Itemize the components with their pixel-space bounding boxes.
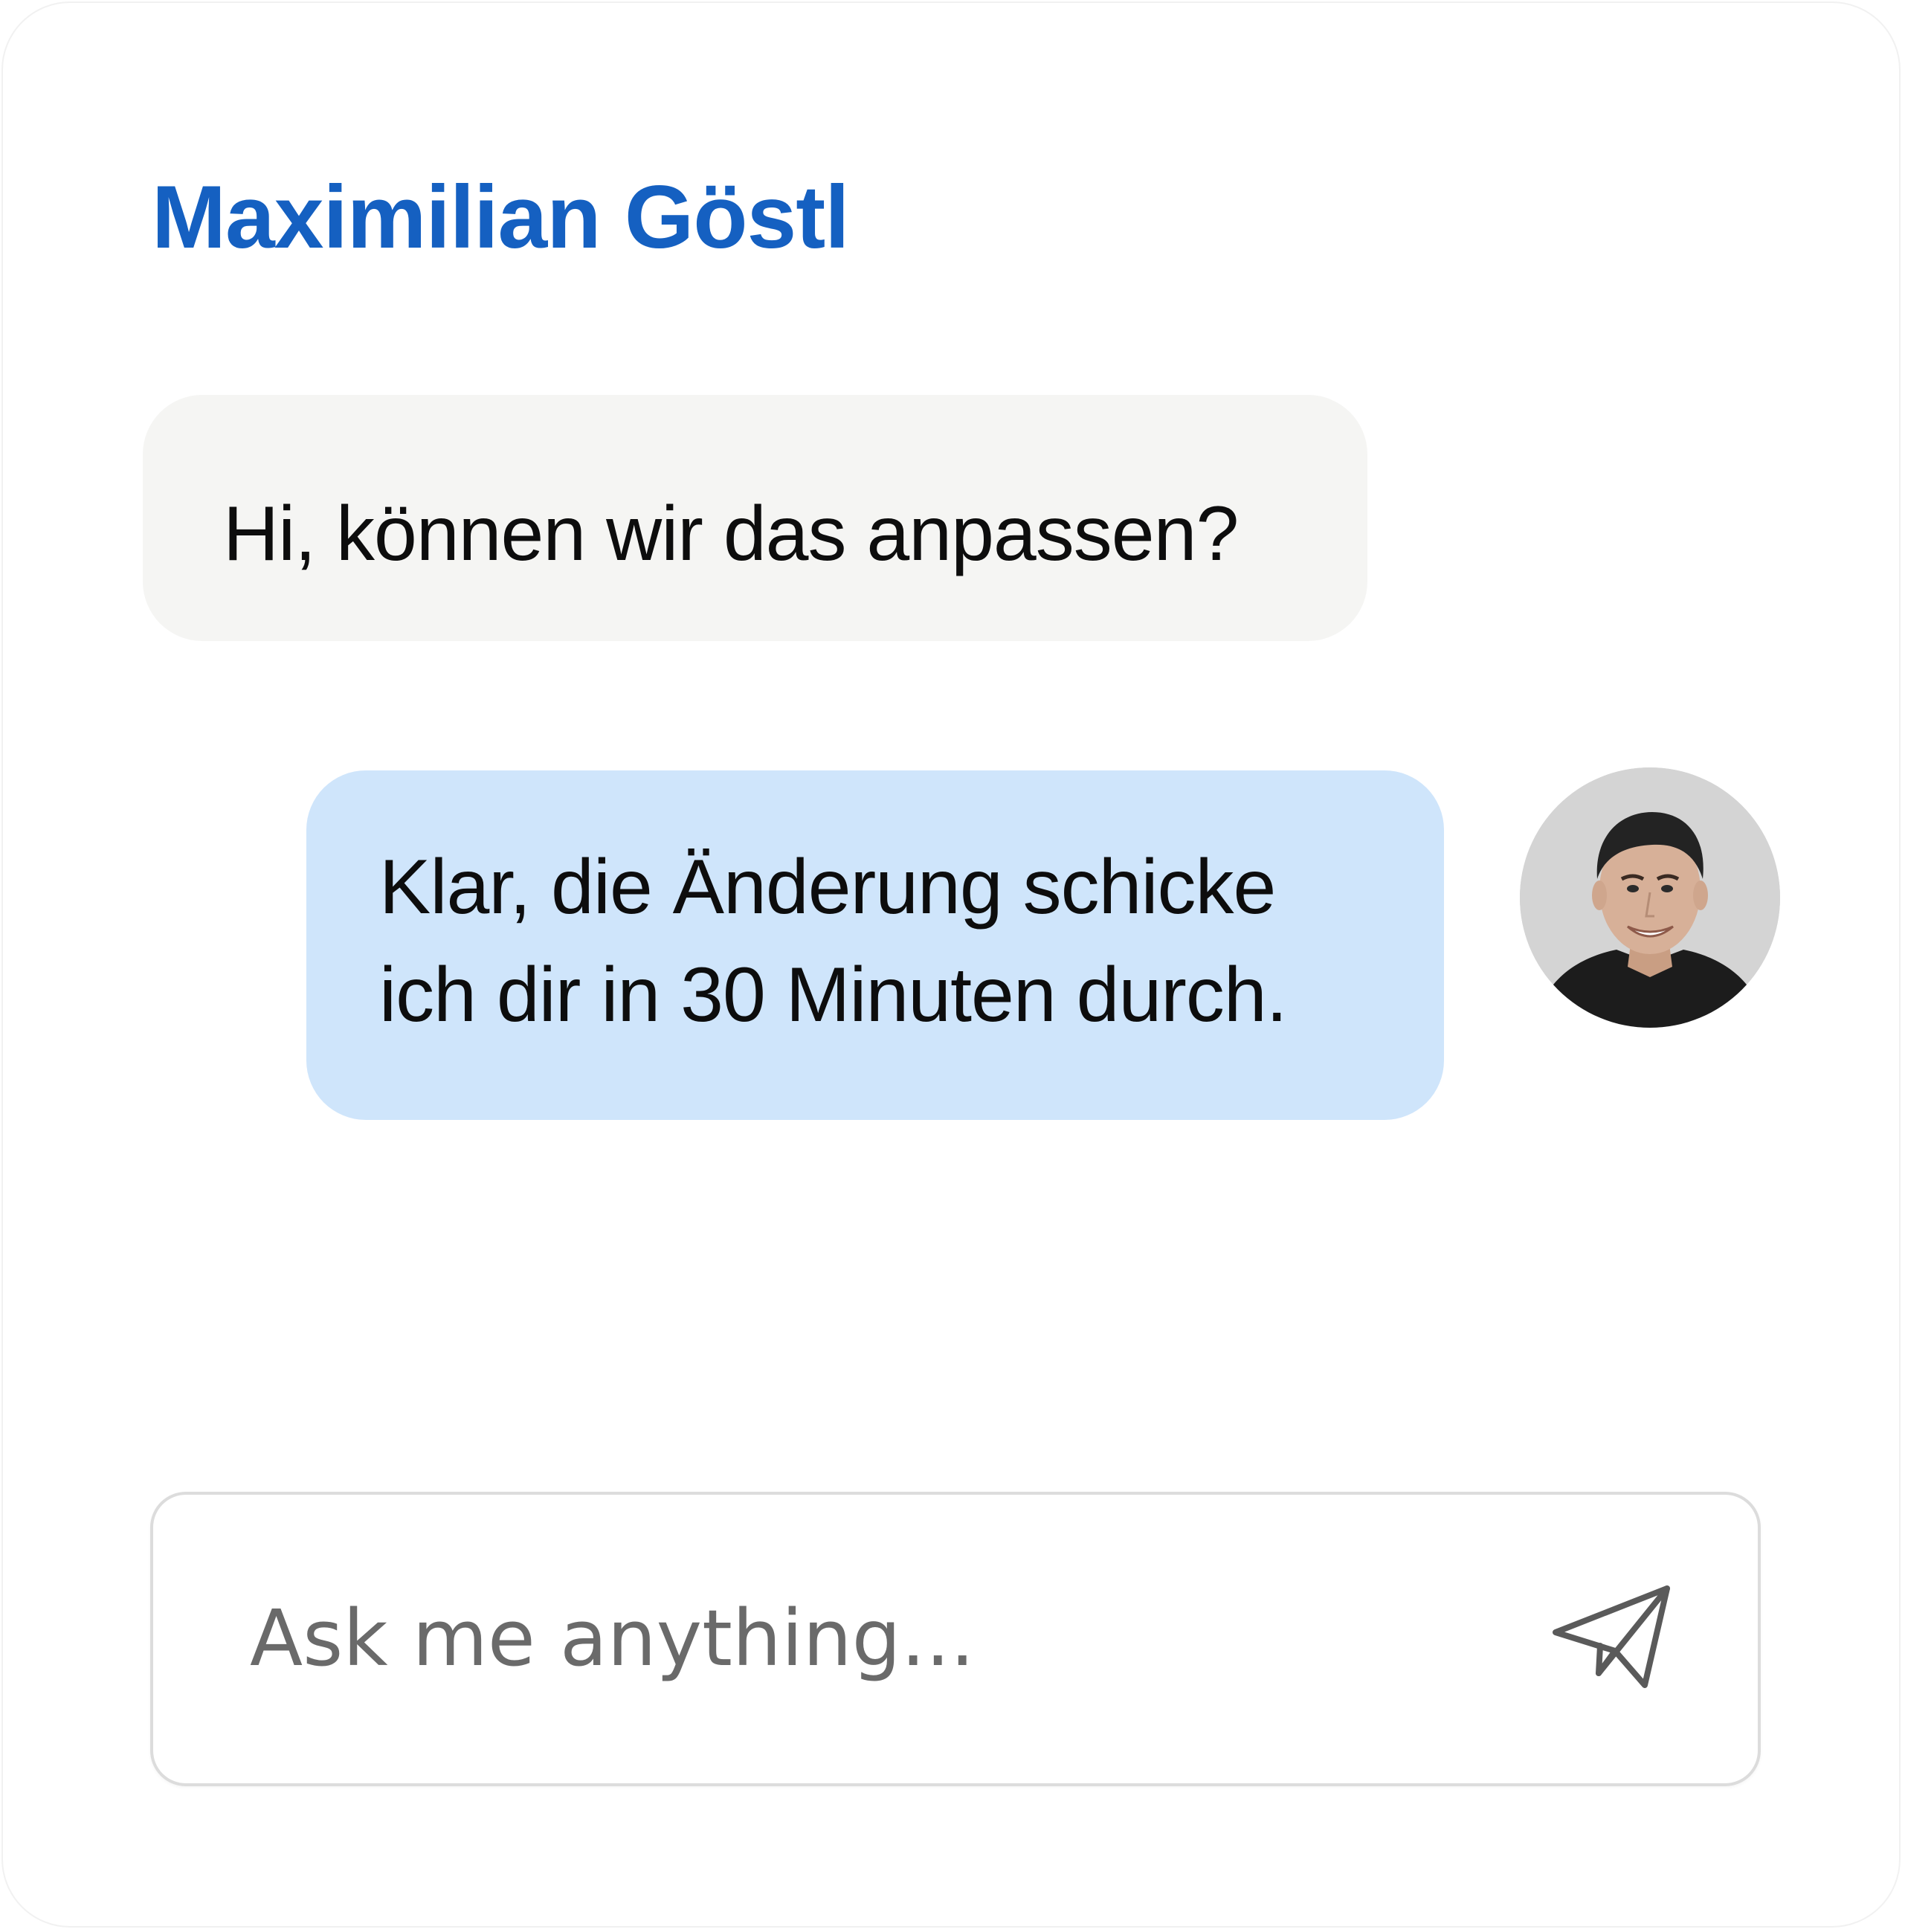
send-button[interactable] xyxy=(1550,1582,1676,1694)
message-input[interactable] xyxy=(250,1582,1588,1694)
user-photo-avatar-icon xyxy=(1520,767,1780,1028)
contact-name: Maximilian Göstl xyxy=(152,167,850,267)
paper-plane-icon xyxy=(1553,1585,1670,1688)
incoming-message-bubble: Hi, können wir das anpassen? xyxy=(143,395,1367,641)
message-composer xyxy=(150,1492,1761,1786)
avatar xyxy=(1520,767,1780,1028)
outgoing-message-bubble: Klar, die Änderung schicke ich dir in 30… xyxy=(306,770,1444,1120)
outgoing-message-line: ich dir in 30 Minuten durch. xyxy=(379,952,1288,1038)
chat-card: Maximilian Göstl Hi, können wir das anpa… xyxy=(1,1,1901,1928)
incoming-message-text: Hi, können wir das anpassen? xyxy=(223,491,1239,577)
outgoing-message-line: Klar, die Änderung schicke xyxy=(379,844,1276,930)
